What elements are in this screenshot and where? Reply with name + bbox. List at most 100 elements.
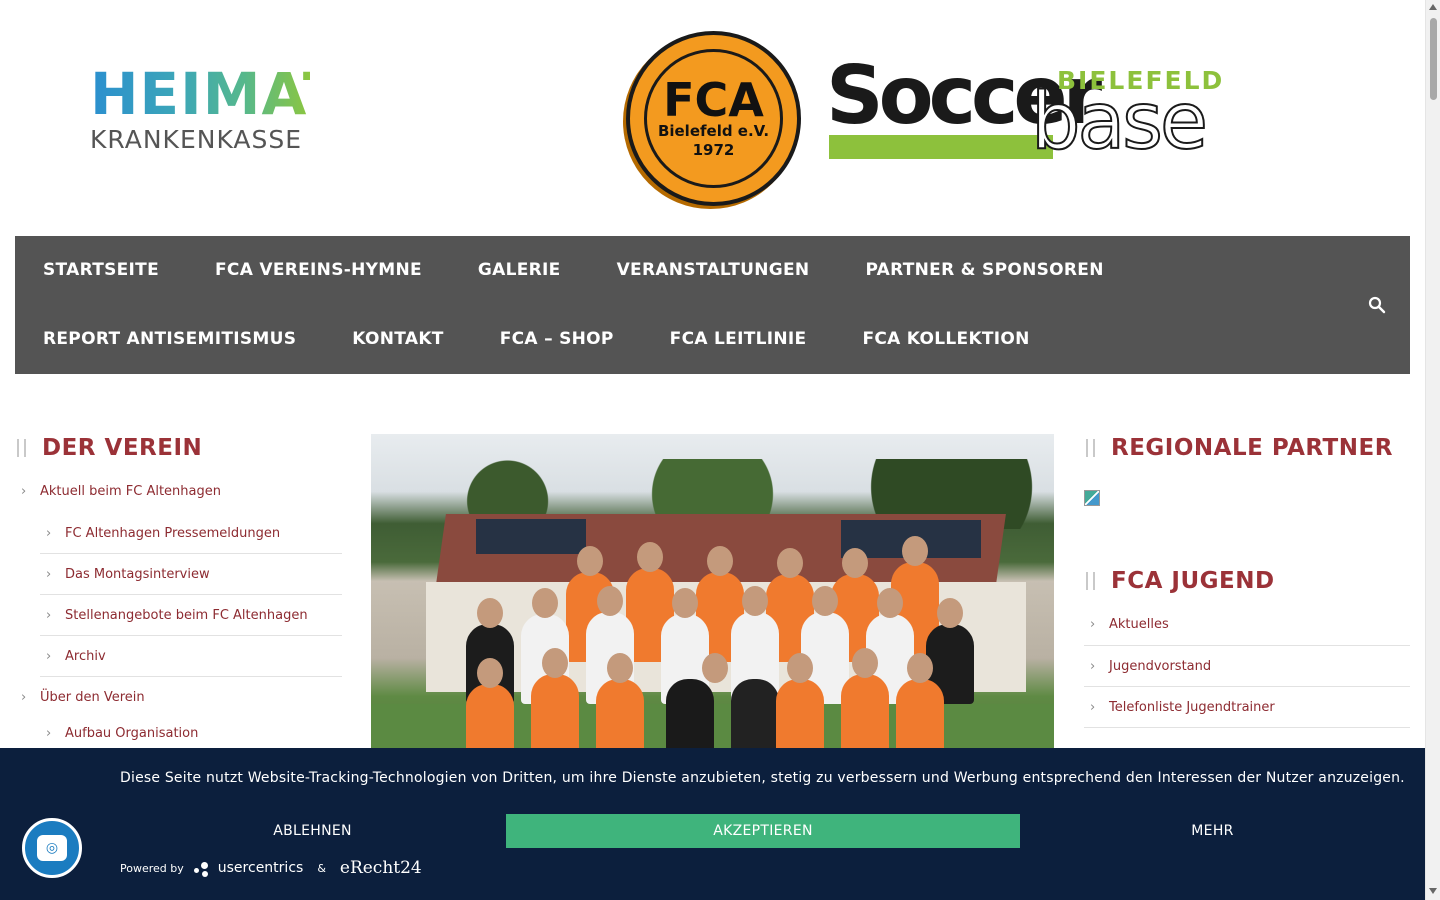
vertical-scrollbar[interactable] (1425, 0, 1440, 900)
menu-item-label: Aufbau Organisation (65, 725, 199, 741)
photo-player (896, 679, 944, 754)
photo-player-head (852, 648, 878, 678)
menu-item-montagsinterview[interactable]: › Das Montagsinterview (40, 554, 342, 595)
menu-item-ueber-den-verein[interactable]: › Über den Verein (15, 677, 342, 718)
title-bars-icon (1086, 439, 1102, 457)
team-photo[interactable] (371, 434, 1054, 754)
menu-item-stellenangebote[interactable]: › Stellenangebote beim FC Altenhagen (40, 595, 342, 636)
menu-item-label: Stellenangebote beim FC Altenhagen (65, 607, 308, 623)
menu-item-aktuelles[interactable]: › Aktuelles (1084, 617, 1410, 646)
soccerbase-logo-bielefeld: BIELEFELD (1057, 66, 1225, 95)
nav-item-startseite[interactable]: STARTSEITE (43, 259, 159, 281)
photo-player-head (607, 653, 633, 683)
decline-button[interactable]: ABLEHNEN (120, 814, 505, 848)
chevron-right-icon: › (21, 484, 27, 499)
fca-club-logo[interactable]: FCA Bielefeld e.V. 1972 (626, 31, 801, 206)
photo-player (666, 679, 714, 754)
title-bars-icon (17, 439, 33, 457)
accept-button[interactable]: AKZEPTIEREN (506, 814, 1020, 848)
scroll-thumb[interactable] (1430, 18, 1437, 100)
widget-title-regionale-partner: REGIONALE PARTNER (1084, 434, 1410, 462)
nav-item-galerie[interactable]: GALERIE (478, 259, 561, 281)
photo-player-head (902, 536, 928, 566)
photo-player (466, 684, 514, 754)
nav-item-leitlinie[interactable]: FCA LEITLINIE (670, 328, 807, 350)
menu-item-label: Aktuelles (1109, 617, 1169, 632)
nav-item-shop[interactable]: FCA – SHOP (500, 328, 614, 350)
widget-title-text: FCA JUGEND (1111, 568, 1275, 594)
photo-player-head (702, 653, 728, 683)
heimat-krankenkasse-logo[interactable]: HEIMAT KRANKENKASSE (90, 60, 344, 154)
chevron-right-icon: › (46, 566, 52, 582)
usercentrics-logo[interactable]: usercentrics (192, 859, 304, 877)
nav-item-kollektion[interactable]: FCA KOLLEKTION (862, 328, 1029, 350)
powered-by: Powered by usercentrics & eRecht24 (120, 856, 422, 880)
title-bars-icon (1086, 572, 1102, 590)
nav-item-partner-sponsoren[interactable]: PARTNER & SPONSOREN (865, 259, 1103, 281)
photo-player (531, 674, 579, 754)
fca-logo-ring: FCA Bielefeld e.V. 1972 (644, 49, 783, 188)
heimat-logo-word: HEIMAT (90, 60, 344, 128)
scroll-up-arrow-icon[interactable] (1429, 4, 1437, 10)
scroll-down-arrow-icon[interactable] (1429, 888, 1437, 894)
cookie-notice-text: Diese Seite nutzt Website-Tracking-Techn… (120, 770, 1405, 786)
widget-title-fca-jugend: FCA JUGEND (1084, 567, 1410, 595)
chevron-right-icon: › (21, 690, 27, 705)
chevron-right-icon: › (46, 607, 52, 623)
menu-item-label: Das Montagsinterview (65, 566, 210, 582)
menu-item-archiv[interactable]: › Archiv (40, 636, 342, 677)
erecht24-logo[interactable]: eRecht24 (340, 858, 422, 878)
nav-item-report-antisemitismus[interactable]: REPORT ANTISEMITISMUS (43, 328, 296, 350)
photo-player-head (597, 586, 623, 616)
widget-title-der-verein: DER VEREIN (15, 434, 342, 462)
heimat-logo-sub: KRANKENKASSE (90, 125, 303, 154)
menu-item-aufbau-organisation[interactable]: › Aufbau Organisation (40, 718, 342, 748)
menu-item-label: FC Altenhagen Pressemeldungen (65, 525, 281, 541)
search-icon[interactable] (1368, 296, 1386, 314)
photo-player-head (637, 542, 663, 572)
chevron-right-icon: › (1090, 658, 1096, 674)
menu-item-pressemeldungen[interactable]: › FC Altenhagen Pressemeldungen (40, 513, 342, 554)
photo-solar-panels (476, 519, 586, 554)
chevron-right-icon: › (46, 525, 52, 541)
nav-row-1: STARTSEITE FCA VEREINS-HYMNE GALERIE VER… (43, 259, 1104, 281)
photo-player-head (907, 653, 933, 683)
photo-player-head (842, 548, 868, 578)
usercentrics-dots-icon (192, 859, 214, 877)
widget-title-text: DER VEREIN (42, 435, 203, 461)
chevron-right-icon: › (46, 648, 52, 664)
photo-player-head (742, 586, 768, 616)
main-navigation: STARTSEITE FCA VEREINS-HYMNE GALERIE VER… (15, 236, 1410, 374)
powered-by-label: Powered by (120, 861, 184, 875)
fca-logo-year: 1972 (692, 140, 735, 159)
menu-item-label: Telefonliste Jugendtrainer (1109, 699, 1275, 715)
menu-item-telefonliste[interactable]: › Telefonliste Jugendtrainer (1084, 687, 1410, 728)
soccerbase-logo[interactable]: Soccer base BIELEFELD (826, 52, 1222, 168)
nav-item-kontakt[interactable]: KONTAKT (352, 328, 443, 350)
usercentrics-logo-text: usercentrics (217, 860, 304, 876)
photo-player (776, 679, 824, 754)
photo-player (596, 679, 644, 754)
photo-player-head (477, 658, 503, 688)
widget-title-text: REGIONALE PARTNER (1111, 435, 1393, 461)
chevron-right-icon: › (1090, 617, 1096, 632)
menu-item-jugendvorstand[interactable]: › Jugendvorstand (1084, 646, 1410, 687)
verein-menu: › Aktuell beim FC Altenhagen › FC Altenh… (15, 484, 342, 748)
menu-item-label: Archiv (65, 648, 106, 664)
photo-player-head (542, 648, 568, 678)
photo-player-head (787, 653, 813, 683)
left-sidebar: DER VEREIN › Aktuell beim FC Altenhagen … (15, 434, 342, 748)
more-button[interactable]: MEHR (1020, 814, 1405, 848)
photo-player-head (707, 546, 733, 576)
nav-item-vereins-hymne[interactable]: FCA VEREINS-HYMNE (215, 259, 422, 281)
right-sidebar: REGIONALE PARTNER FCA JUGEND › Aktuelles… (1084, 434, 1410, 728)
menu-item-label: Aktuell beim FC Altenhagen (40, 484, 221, 499)
menu-item-label: Über den Verein (40, 690, 145, 705)
fca-logo-name: Bielefeld e.V. (657, 121, 770, 140)
cookie-banner: Diese Seite nutzt Website-Tracking-Techn… (0, 748, 1425, 900)
partner-image-icon[interactable] (1084, 490, 1100, 506)
menu-item-aktuell[interactable]: › Aktuell beim FC Altenhagen (15, 484, 342, 513)
nav-item-veranstaltungen[interactable]: VERANSTALTUNGEN (617, 259, 810, 281)
privacy-settings-button[interactable]: ◎ (22, 818, 82, 878)
photo-player-head (937, 598, 963, 628)
